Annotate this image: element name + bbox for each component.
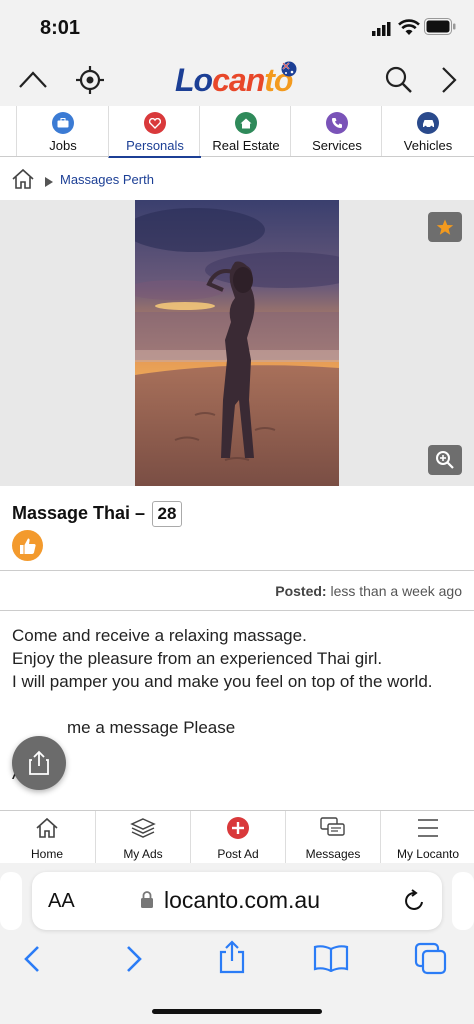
- category-label: Jobs: [49, 138, 77, 153]
- previous-tab-card[interactable]: [0, 872, 22, 930]
- text-size-button[interactable]: AA: [48, 890, 75, 913]
- category-vehicles[interactable]: Vehicles: [381, 106, 474, 156]
- favorite-star-button[interactable]: [428, 212, 462, 242]
- tab-label: Post Ad: [217, 847, 259, 861]
- locate-icon[interactable]: [75, 65, 105, 100]
- wifi-icon: [398, 19, 420, 41]
- reload-icon[interactable]: [403, 889, 427, 918]
- stack-icon: [130, 818, 156, 838]
- posted-info: Posted: less than a week ago: [275, 583, 462, 599]
- posted-value: less than a week ago: [330, 583, 462, 599]
- description-line: [12, 739, 452, 762]
- tab-post-ad[interactable]: Post Ad: [190, 811, 285, 864]
- forward-icon[interactable]: [124, 944, 144, 979]
- home-indicator: [152, 1009, 322, 1014]
- description-line: [12, 693, 452, 716]
- description-line: Enjoy the pleasure from an experienced T…: [12, 649, 383, 668]
- bookmarks-icon[interactable]: [313, 944, 349, 977]
- tab-messages[interactable]: Messages: [285, 811, 380, 864]
- tab-my-ads[interactable]: My Ads: [95, 811, 190, 864]
- age-badge: 28: [152, 501, 182, 527]
- phone-icon: [326, 112, 348, 134]
- category-label: Personals: [126, 138, 184, 153]
- australia-flag-icon: [281, 61, 297, 82]
- messages-icon: [320, 817, 345, 836]
- share-button[interactable]: [12, 736, 66, 790]
- category-label: Services: [312, 138, 362, 153]
- listing-title: Massage Thai –: [12, 503, 146, 523]
- posted-label: Posted:: [275, 583, 327, 599]
- url-text[interactable]: locanto.com.au: [164, 887, 320, 914]
- description-line: me a message Please: [67, 718, 236, 737]
- category-real-estate[interactable]: Real Estate: [199, 106, 292, 156]
- logo-part-2: can: [212, 62, 265, 98]
- chevron-right-icon[interactable]: [440, 66, 458, 99]
- category-personals[interactable]: Personals: [108, 106, 201, 159]
- divider: [0, 610, 474, 611]
- description-line: Ascot:: [12, 762, 452, 785]
- back-icon[interactable]: [22, 944, 42, 979]
- tab-home[interactable]: Home: [0, 811, 94, 864]
- divider: [0, 570, 474, 571]
- next-tab-card[interactable]: [452, 872, 474, 930]
- car-icon: [417, 112, 439, 134]
- description-line: Come and receive a relaxing massage.: [12, 626, 307, 645]
- tab-label: My Locanto: [396, 847, 460, 861]
- category-services[interactable]: Services: [290, 106, 383, 156]
- heart-icon: [144, 112, 166, 134]
- house-icon: [235, 112, 257, 134]
- tab-label: My Ads: [123, 847, 163, 861]
- listing-photo[interactable]: [135, 200, 339, 486]
- description-line: I will pamper you and make you feel on t…: [12, 672, 433, 691]
- status-time: 8:01: [40, 17, 81, 39]
- category-label: Vehicles: [403, 138, 453, 153]
- listing-description: Come and receive a relaxing massage. Enj…: [12, 624, 452, 785]
- locanto-logo[interactable]: Locanto: [175, 62, 293, 99]
- caret-right-icon: [45, 174, 53, 192]
- search-icon[interactable]: [384, 65, 414, 100]
- tab-my-locanto[interactable]: My Locanto: [380, 811, 474, 864]
- signal-icon: [372, 22, 392, 41]
- share-icon[interactable]: [218, 940, 246, 979]
- zoom-in-button[interactable]: [428, 445, 462, 475]
- tab-label: Home: [30, 847, 63, 861]
- chevron-up-icon[interactable]: [18, 68, 48, 95]
- tabs-icon[interactable]: [414, 942, 448, 981]
- category-jobs[interactable]: Jobs: [16, 106, 109, 156]
- logo-part-1: Lo: [175, 62, 213, 98]
- home-icon: [36, 817, 58, 838]
- briefcase-icon: [52, 112, 74, 134]
- bottom-app-bar: Home My Ads Post Ad Messages My Locanto: [0, 810, 474, 864]
- breadcrumb-link[interactable]: Massages Perth: [60, 172, 154, 187]
- lock-icon: [140, 891, 154, 914]
- category-bar: Jobs Personals Real Estate Services Vehi…: [0, 106, 474, 159]
- tab-label: Messages: [305, 847, 361, 861]
- battery-icon: [424, 18, 456, 40]
- category-label: Real Estate: [212, 138, 280, 153]
- menu-icon: [418, 819, 438, 837]
- like-button[interactable]: [12, 530, 43, 561]
- home-icon[interactable]: [11, 168, 35, 195]
- plus-circle-icon: [227, 817, 249, 839]
